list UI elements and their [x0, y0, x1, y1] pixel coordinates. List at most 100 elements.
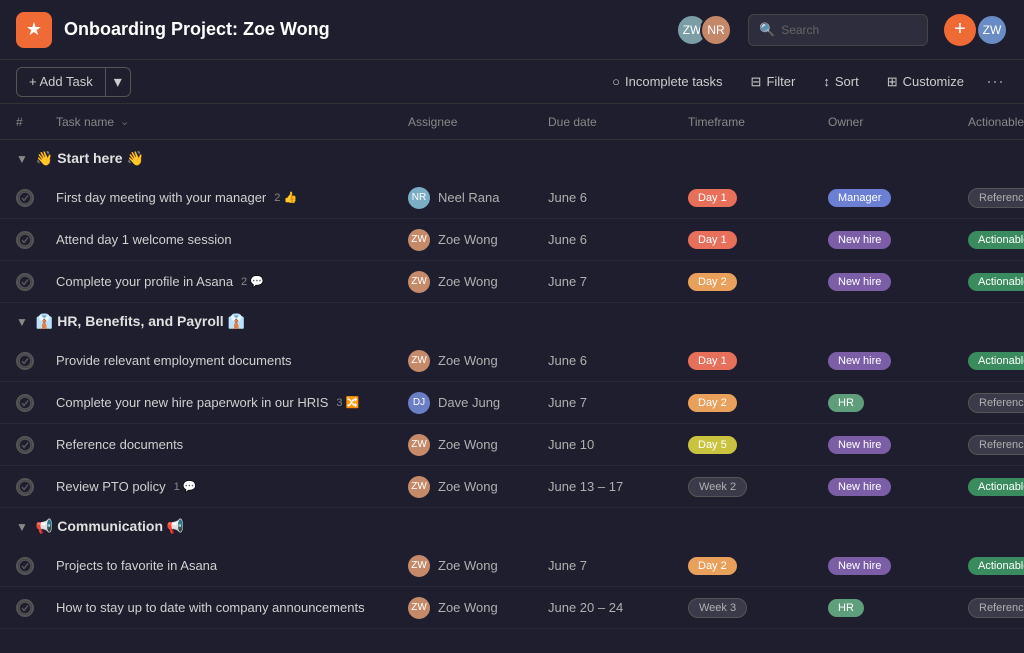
task-meta: 2 💬	[241, 275, 264, 288]
avatar-2[interactable]: NR	[700, 14, 732, 46]
col-due-date: Due date	[548, 115, 688, 129]
search-bar[interactable]: 🔍 Search	[748, 14, 928, 46]
assignee-avatar: ZW	[408, 597, 430, 619]
assignee-avatar: ZW	[408, 434, 430, 456]
task-checkbox[interactable]	[16, 273, 34, 291]
owner-cell: New hire	[828, 230, 968, 249]
task-name[interactable]: Attend day 1 welcome session	[56, 232, 232, 247]
timeframe-cell: Day 5	[688, 435, 828, 454]
task-checkbox[interactable]	[16, 599, 34, 617]
timeframe-cell: Day 2	[688, 272, 828, 291]
owner-cell: New hire	[828, 477, 968, 496]
timeframe-badge: Day 5	[688, 436, 737, 454]
more-btn[interactable]: ···	[982, 67, 1008, 96]
timeframe-cell: Day 1	[688, 351, 828, 370]
check-icon	[18, 396, 32, 410]
owner-cell: New hire	[828, 351, 968, 370]
incomplete-tasks-btn[interactable]: ○ Incomplete tasks	[602, 68, 732, 96]
add-task-dropdown[interactable]: ▾	[105, 68, 130, 96]
timeframe-badge: Day 1	[688, 352, 737, 370]
sort-icon: ⌄	[120, 115, 129, 128]
add-task-main[interactable]: + Add Task	[17, 68, 105, 96]
actionable-badge: Actionable	[968, 557, 1024, 575]
task-checkbox[interactable]	[16, 478, 34, 496]
actionable-badge: Actionable	[968, 478, 1024, 496]
filter-btn[interactable]: ⊟ Filter	[741, 68, 806, 96]
due-date-cell: June 7	[548, 558, 688, 573]
task-name[interactable]: Projects to favorite in Asana	[56, 558, 217, 573]
timeframe-cell: Day 1	[688, 230, 828, 249]
timeframe-cell: Day 2	[688, 556, 828, 575]
task-name[interactable]: Reference documents	[56, 437, 183, 452]
assignee-name: Zoe Wong	[438, 437, 498, 452]
task-name[interactable]: First day meeting with your manager	[56, 190, 266, 205]
task-checkbox[interactable]	[16, 231, 34, 249]
timeframe-badge: Week 3	[688, 598, 747, 618]
customize-btn[interactable]: ⊞ Customize	[877, 68, 974, 96]
owner-badge: New hire	[828, 231, 891, 249]
col-assignee: Assignee	[408, 115, 548, 129]
col-owner: Owner	[828, 115, 968, 129]
check-icon	[18, 438, 32, 452]
check-icon	[18, 191, 32, 205]
task-name-cell: Complete your profile in Asana 2 💬	[56, 274, 408, 289]
task-name[interactable]: Complete your new hire paperwork in our …	[56, 395, 328, 410]
owner-badge: New hire	[828, 273, 891, 291]
page-title: Onboarding Project: Zoe Wong	[64, 19, 676, 40]
task-checkbox[interactable]	[16, 189, 34, 207]
owner-badge: New hire	[828, 436, 891, 454]
task-name[interactable]: How to stay up to date with company anno…	[56, 600, 365, 615]
section-header-communication[interactable]: ▼ 📢 Communication 📢	[0, 508, 1024, 545]
task-row: Projects to favorite in Asana ZW Zoe Won…	[0, 545, 1024, 587]
timeframe-cell: Day 1	[688, 188, 828, 207]
avatar-current-user[interactable]: ZW	[976, 14, 1008, 46]
section-header-hr-benefits[interactable]: ▼ 👔 HR, Benefits, and Payroll 👔	[0, 303, 1024, 340]
task-checkbox[interactable]	[16, 436, 34, 454]
task-meta: 2 👍	[274, 191, 297, 204]
task-row: Reference documents ZW Zoe Wong June 10 …	[0, 424, 1024, 466]
actionable-badge: Reference	[968, 188, 1024, 208]
add-task-button[interactable]: + Add Task ▾	[16, 67, 131, 97]
assignee-cell: ZW Zoe Wong	[408, 597, 548, 619]
task-name-cell: Attend day 1 welcome session	[56, 232, 408, 247]
actionable-badge: Reference	[968, 598, 1024, 618]
check-icon	[18, 275, 32, 289]
assignee-name: Neel Rana	[438, 190, 499, 205]
task-row: Provide relevant employment documents ZW…	[0, 340, 1024, 382]
assignee-avatar: ZW	[408, 229, 430, 251]
task-row: How to stay up to date with company anno…	[0, 587, 1024, 629]
toolbar: + Add Task ▾ ○ Incomplete tasks ⊟ Filter…	[0, 60, 1024, 104]
add-button[interactable]: +	[944, 14, 976, 46]
actionable-cell: Reference	[968, 598, 1008, 618]
check-icon	[18, 233, 32, 247]
task-name[interactable]: Provide relevant employment documents	[56, 353, 292, 368]
assignee-cell: ZW Zoe Wong	[408, 229, 548, 251]
task-name[interactable]: Complete your profile in Asana	[56, 274, 233, 289]
task-name[interactable]: Review PTO policy	[56, 479, 166, 494]
assignee-avatar: ZW	[408, 555, 430, 577]
col-number: #	[16, 115, 56, 129]
sections-container: ▼ 👋 Start here 👋 First day meeting with …	[0, 140, 1024, 629]
assignee-avatar: NR	[408, 187, 430, 209]
assignee-cell: ZW Zoe Wong	[408, 555, 548, 577]
task-checkbox[interactable]	[16, 557, 34, 575]
task-row: First day meeting with your manager 2 👍 …	[0, 177, 1024, 219]
owner-badge: Manager	[828, 189, 891, 207]
timeframe-badge: Week 2	[688, 477, 747, 497]
task-name-cell: First day meeting with your manager 2 👍	[56, 190, 408, 205]
col-task-name: Task name ⌄	[56, 115, 408, 129]
owner-badge: HR	[828, 599, 864, 617]
task-name-cell: Review PTO policy 1 💬	[56, 479, 408, 494]
section-title: 📢 Communication 📢	[36, 518, 184, 535]
assignee-name: Zoe Wong	[438, 558, 498, 573]
task-checkbox[interactable]	[16, 394, 34, 412]
actionable-badge: Reference	[968, 393, 1024, 413]
task-checkbox[interactable]	[16, 352, 34, 370]
section-header-start-here[interactable]: ▼ 👋 Start here 👋	[0, 140, 1024, 177]
due-date-cell: June 6	[548, 190, 688, 205]
sort-btn[interactable]: ↕ Sort	[813, 68, 868, 96]
assignee-name: Dave Jung	[438, 395, 500, 410]
section-chevron: ▼	[16, 520, 28, 534]
actionable-badge: Actionable	[968, 352, 1024, 370]
search-icon: 🔍	[759, 22, 775, 38]
